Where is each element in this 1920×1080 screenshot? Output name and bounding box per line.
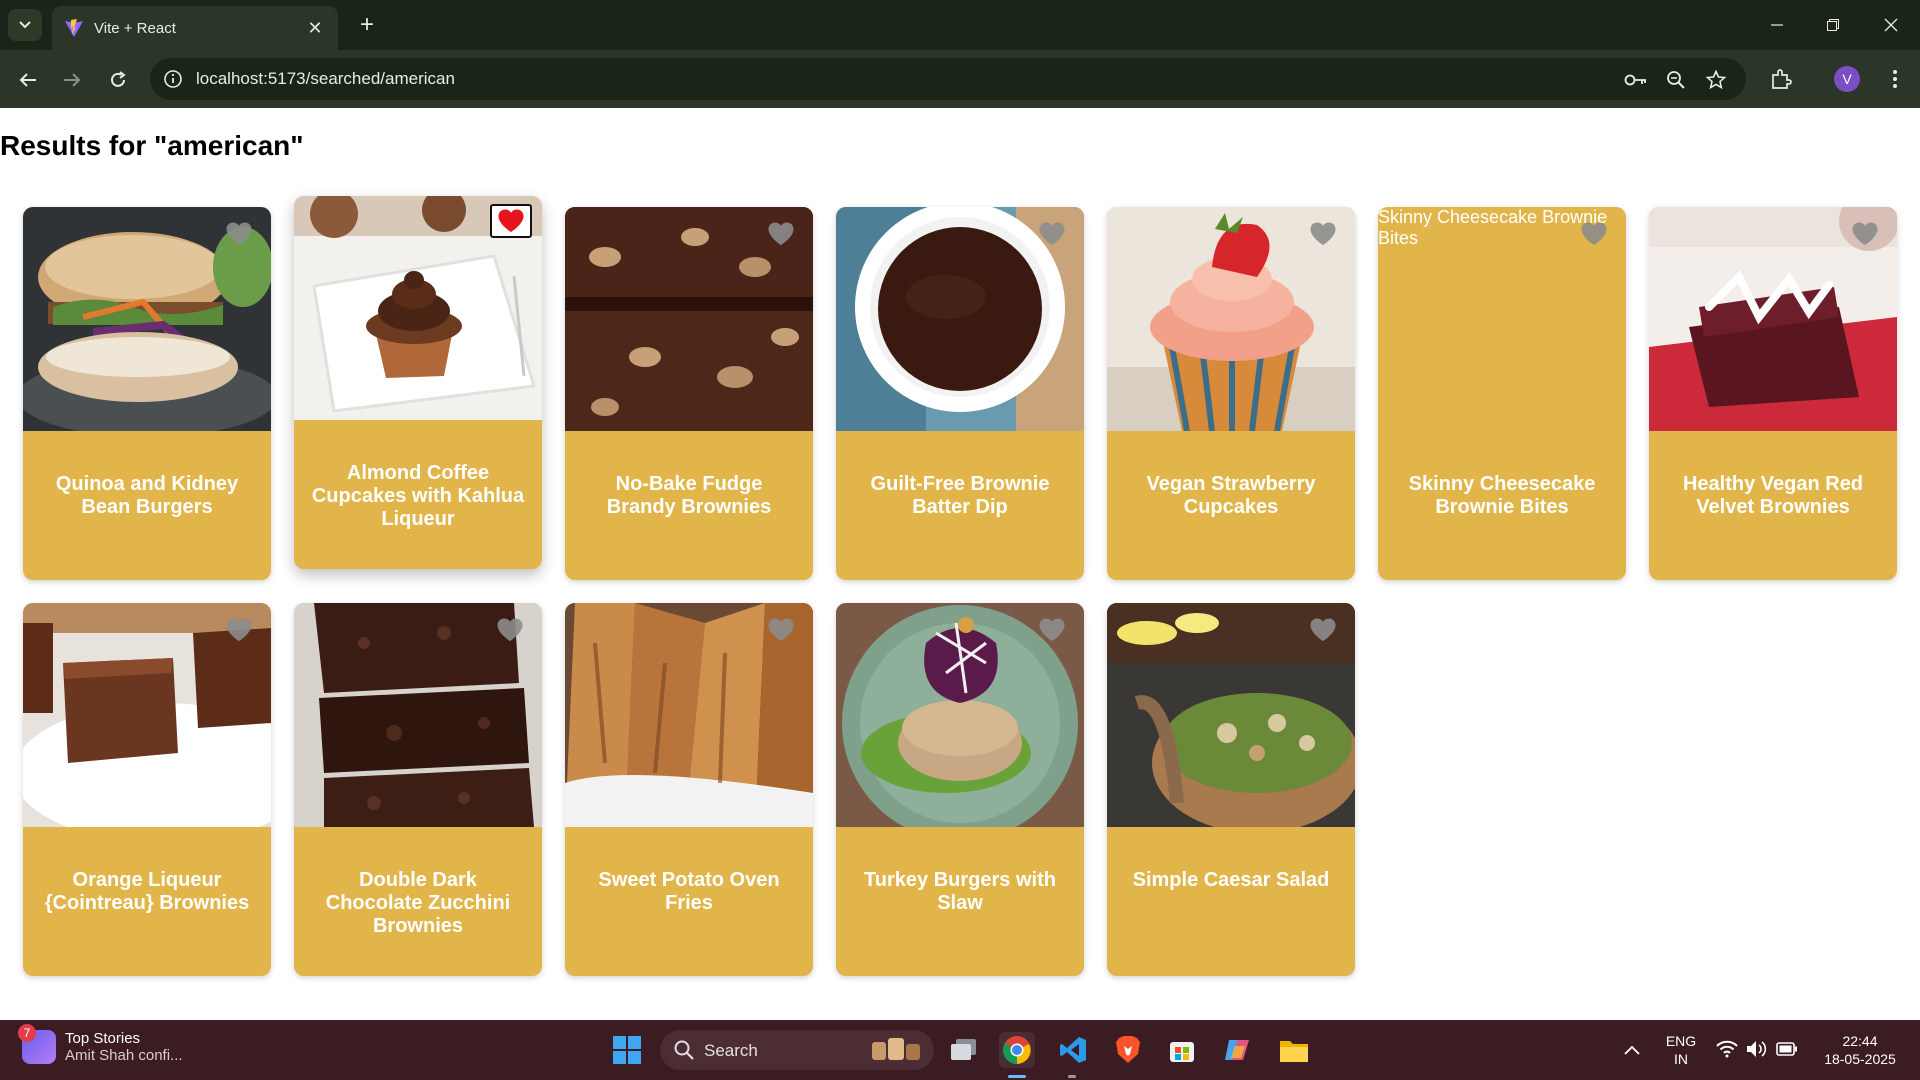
clock[interactable]: 22:44 18-05-2025 xyxy=(1812,1032,1908,1068)
vite-favicon xyxy=(64,18,84,38)
recipe-card[interactable]: Sweet Potato Oven Fries xyxy=(565,603,813,976)
recipe-card[interactable]: Quinoa and Kidney Bean Burgers xyxy=(23,207,271,580)
browser-toolbar: localhost:5173/searched/american V xyxy=(0,50,1920,108)
address-bar[interactable]: localhost:5173/searched/american xyxy=(150,58,1746,100)
recipe-title: Sweet Potato Oven Fries xyxy=(598,869,780,914)
battery-icon[interactable] xyxy=(1776,1042,1798,1061)
recipe-card[interactable]: Guilt-Free Brownie Batter Dip xyxy=(836,207,1084,580)
file-explorer-icon[interactable] xyxy=(1276,1032,1312,1068)
favorite-heart-icon[interactable] xyxy=(767,221,795,247)
favorite-heart-icon[interactable] xyxy=(490,204,532,238)
back-icon[interactable] xyxy=(12,64,44,96)
zoom-icon[interactable] xyxy=(1664,68,1688,92)
search-label: Search xyxy=(704,1041,758,1060)
brave-icon[interactable] xyxy=(1110,1032,1146,1068)
favorite-heart-icon[interactable] xyxy=(1038,221,1066,247)
tab-title: Vite + React xyxy=(94,19,176,37)
page-content: Results for "american" Quinoa and Kidney… xyxy=(0,108,1920,1020)
browser-tabstrip: Vite + React ✕ + xyxy=(0,0,1920,50)
more-menu-icon[interactable] xyxy=(1880,64,1910,94)
favorite-heart-icon[interactable] xyxy=(1038,617,1066,643)
site-info-icon[interactable] xyxy=(162,68,184,90)
recipe-card[interactable]: No-Bake Fudge Brandy Brownies xyxy=(565,207,813,580)
recipe-card[interactable]: Orange Liqueur {Cointreau} Brownies xyxy=(23,603,271,976)
tray-chevron-up-icon[interactable] xyxy=(1614,1032,1650,1068)
favorite-heart-icon[interactable] xyxy=(1309,221,1337,247)
windows-taskbar: 7 Top Stories Amit Shah confi... Search xyxy=(0,1020,1920,1080)
restore-icon[interactable] xyxy=(1810,10,1856,40)
recipe-card[interactable]: Skinny Cheesecake Brownie Bites Skinny Ch… xyxy=(1378,207,1626,580)
favorite-heart-icon[interactable] xyxy=(1309,617,1337,643)
minimize-icon[interactable] xyxy=(1754,10,1800,40)
news-widget-icon: 7 xyxy=(18,1024,56,1064)
favorite-heart-icon[interactable] xyxy=(767,617,795,643)
task-view-icon[interactable] xyxy=(946,1032,982,1068)
wifi-icon[interactable] xyxy=(1716,1040,1738,1063)
recipe-title: Double Dark Chocolate Zucchini Brownies xyxy=(325,869,511,937)
favorite-heart-icon[interactable] xyxy=(225,221,253,247)
clock-time: 22:44 xyxy=(1842,1033,1878,1049)
page-title: Results for "american" xyxy=(0,130,304,161)
plus-icon[interactable]: + xyxy=(352,10,382,40)
recipe-card[interactable]: Simple Caesar Salad xyxy=(1107,603,1355,976)
favorite-heart-icon[interactable] xyxy=(225,617,253,643)
news-widget[interactable]: 7 Top Stories Amit Shah confi... xyxy=(18,1024,183,1064)
tab-search-icon[interactable] xyxy=(8,9,42,41)
bookmark-star-icon[interactable] xyxy=(1704,68,1728,92)
favorite-heart-icon[interactable] xyxy=(496,617,524,643)
chrome-icon[interactable] xyxy=(999,1032,1035,1068)
favorite-heart-icon[interactable] xyxy=(1580,221,1608,247)
forward-icon[interactable] xyxy=(56,64,88,96)
windows-start-icon[interactable] xyxy=(609,1032,645,1068)
recipe-title: Almond Coffee Cupcakes with Kahlua Lique… xyxy=(311,462,525,530)
recipe-title: Healthy Vegan Red Velvet Brownies xyxy=(1682,473,1864,518)
store-icon[interactable] xyxy=(1164,1032,1200,1068)
favorite-heart-icon[interactable] xyxy=(1851,221,1879,247)
recipe-title: Quinoa and Kidney Bean Burgers xyxy=(55,473,239,518)
recipe-title: Guilt-Free Brownie Batter Dip xyxy=(870,473,1050,518)
recipe-title: Simple Caesar Salad xyxy=(1132,869,1330,891)
browser-tab[interactable]: Vite + React ✕ xyxy=(52,6,338,50)
profile-avatar[interactable]: V xyxy=(1834,66,1860,92)
recipe-title: No-Bake Fudge Brandy Brownies xyxy=(606,473,772,518)
news-badge: 7 xyxy=(18,1024,36,1042)
recipe-card[interactable]: Almond Coffee Cupcakes with Kahlua Lique… xyxy=(294,196,542,569)
url-text: localhost:5173/searched/american xyxy=(196,69,455,88)
password-key-icon[interactable] xyxy=(1624,68,1648,92)
volume-icon[interactable] xyxy=(1746,1039,1768,1064)
reload-icon[interactable] xyxy=(102,64,134,96)
language-indicator[interactable]: ENG IN xyxy=(1664,1032,1698,1068)
recipe-title: Vegan Strawberry Cupcakes xyxy=(1146,473,1316,518)
recipe-title: Skinny Cheesecake Brownie Bites xyxy=(1408,473,1596,518)
vscode-icon[interactable] xyxy=(1055,1032,1091,1068)
recipe-title: Orange Liqueur {Cointreau} Brownies xyxy=(44,869,250,914)
search-icon xyxy=(674,1040,694,1065)
chrome-active-indicator xyxy=(1008,1075,1026,1078)
recipe-card[interactable]: Double Dark Chocolate Zucchini Brownies xyxy=(294,603,542,976)
window-close-icon[interactable] xyxy=(1868,10,1914,40)
vscode-open-indicator xyxy=(1068,1075,1076,1078)
news-subtitle: Amit Shah confi... xyxy=(65,1047,183,1064)
recipe-card[interactable]: Vegan Strawberry Cupcakes xyxy=(1107,207,1355,580)
recipe-title: Turkey Burgers with Slaw xyxy=(864,869,1056,914)
clock-date: 18-05-2025 xyxy=(1824,1051,1896,1067)
news-title: Top Stories xyxy=(65,1030,141,1047)
language-line2: IN xyxy=(1674,1051,1688,1067)
taskbar-search[interactable]: Search xyxy=(660,1030,934,1070)
search-highlight-icon xyxy=(866,1034,926,1071)
close-icon[interactable]: ✕ xyxy=(304,18,326,39)
language-line1: ENG xyxy=(1665,1033,1697,1049)
recipe-card[interactable]: Healthy Vegan Red Velvet Brownies xyxy=(1649,207,1897,580)
recipe-card[interactable]: Turkey Burgers with Slaw xyxy=(836,603,1084,976)
copilot-icon[interactable] xyxy=(1220,1032,1256,1068)
extensions-icon[interactable] xyxy=(1766,64,1796,94)
